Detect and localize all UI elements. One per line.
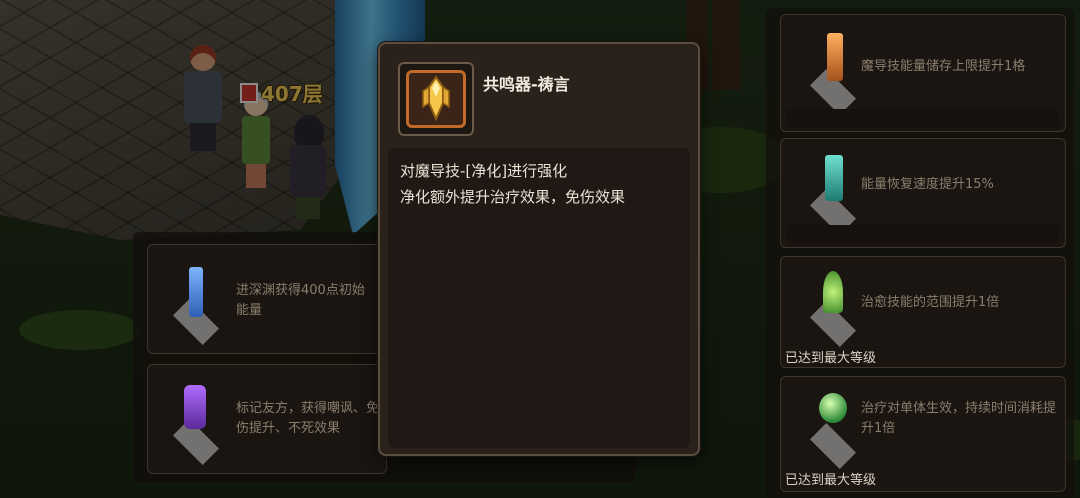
pedestal-icon — [803, 188, 863, 236]
skill-card-heal-range[interactable]: 治愈技能的范围提升1倍 已达到最大等级 — [780, 256, 1066, 368]
tooltip-title: 共鸣器-祷言 — [483, 75, 570, 94]
skill-card-energy-regen[interactable]: 能量恢复速度提升15% — [780, 138, 1066, 248]
skill-card-text: 治愈技能的范围提升1倍 — [861, 295, 1000, 310]
tooltip-desc-line: 对魔导技-[净化]进行强化 — [400, 162, 568, 180]
status-bar — [787, 109, 1059, 127]
green-sprout-icon — [823, 271, 843, 313]
skill-card-mark-ally[interactable]: 标记友方，获得嘲讽、免伤提升、不死效果 — [147, 364, 387, 474]
purple-crystal-icon — [184, 385, 206, 429]
tooltip-desc-line: 净化额外提升治疗效果，免伤效果 — [400, 188, 626, 206]
right-skill-panel: 魔导技能量储存上限提升1格 能量恢复速度提升15% 治愈技能的范围提升1倍 已达… — [766, 8, 1074, 498]
skill-card-text: 魔导技能量储存上限提升1格 — [861, 59, 1026, 74]
skill-card-text: 能量恢复速度提升15% — [861, 177, 994, 192]
skill-card-text: 治疗对单体生效，持续时间消耗提升1倍 — [861, 401, 1057, 436]
max-level-label: 已达到最大等级 — [785, 351, 877, 366]
skill-card-text: 进深渊获得400点初始能量 — [236, 283, 365, 318]
resonator-crystal-icon — [422, 75, 450, 122]
green-orb-icon — [819, 393, 847, 423]
tooltip-icon-frame — [398, 62, 474, 136]
skill-card-text: 标记友方，获得嘲讽、免伤提升、不死效果 — [236, 401, 380, 436]
skill-card-energy-capacity[interactable]: 魔导技能量储存上限提升1格 — [780, 14, 1066, 132]
tooltip-icon-inner — [406, 70, 466, 128]
status-bar — [787, 225, 1059, 243]
pedestal-icon — [803, 68, 863, 116]
skill-tooltip: 共鸣器-祷言 对魔导技-[净化]进行强化 净化额外提升治疗效果，免伤效果 — [378, 42, 700, 456]
tooltip-description-box: 对魔导技-[净化]进行强化 净化额外提升治疗效果，免伤效果 — [388, 148, 690, 448]
pedestal-icon — [803, 300, 863, 348]
max-level-label: 已达到最大等级 — [785, 473, 877, 488]
pedestal-icon — [166, 418, 226, 466]
blue-crystal-icon — [189, 267, 203, 317]
skill-card-energy-start[interactable]: 进深渊获得400点初始能量 — [147, 244, 387, 354]
skill-card-single-heal[interactable]: 治疗对单体生效，持续时间消耗提升1倍 已达到最大等级 — [780, 376, 1066, 492]
teal-crystal-icon — [825, 155, 843, 201]
pedestal-icon — [803, 422, 863, 470]
orange-crystal-icon — [827, 33, 843, 81]
